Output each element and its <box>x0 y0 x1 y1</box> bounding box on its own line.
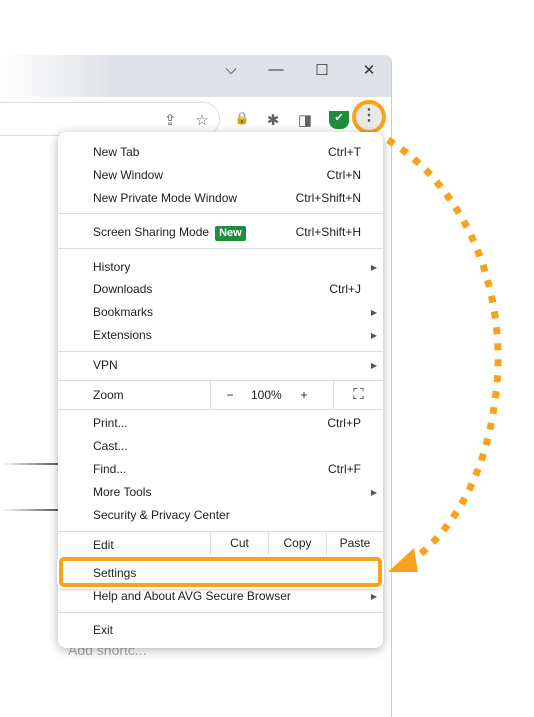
arrowhead-icon <box>388 548 418 572</box>
dotted-arrow-annotation <box>386 137 502 572</box>
dotted-arrow-path <box>386 137 502 559</box>
